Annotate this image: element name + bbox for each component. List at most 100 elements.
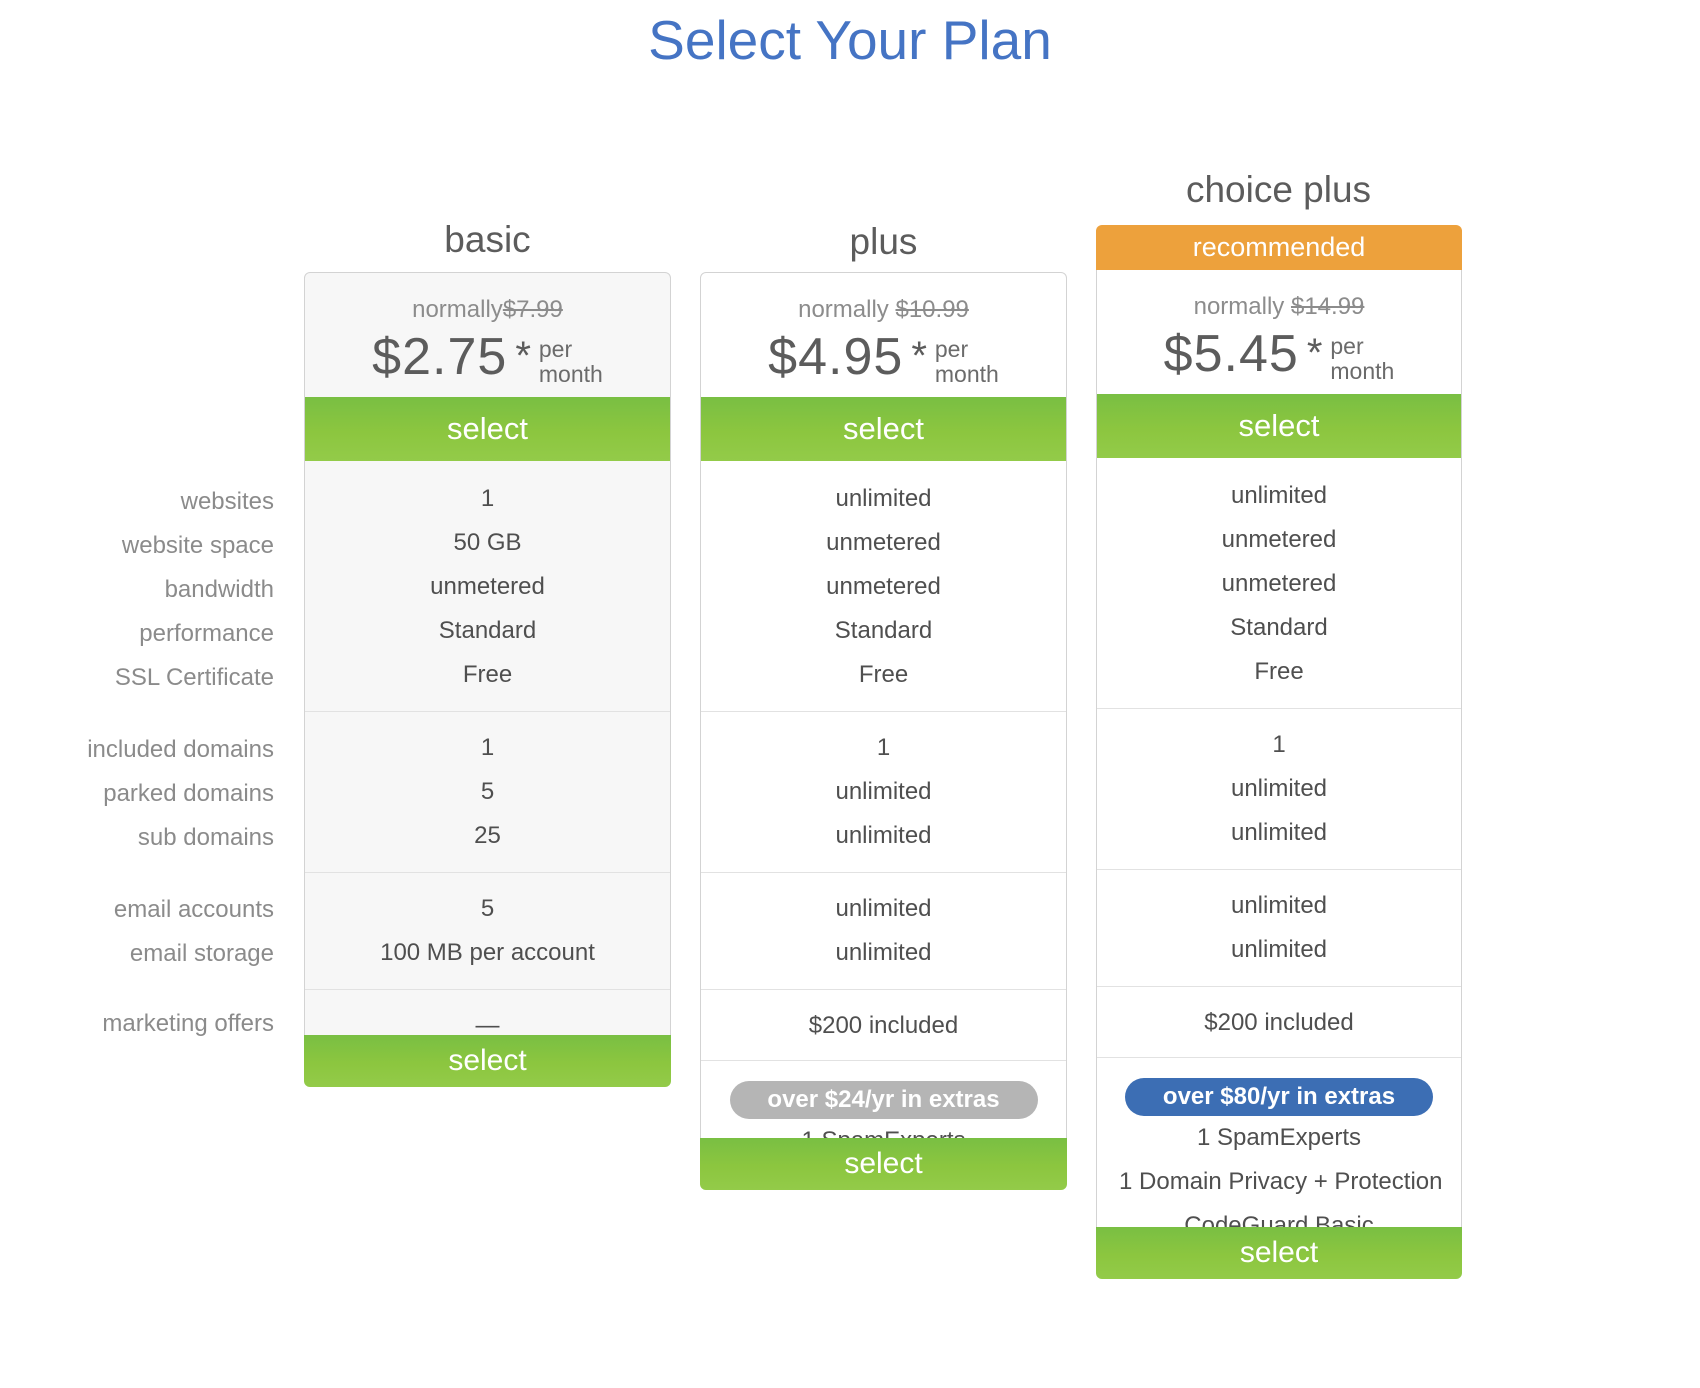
plan-title-basic: basic [444, 219, 531, 260]
feature-value-marketing-offers-plus: $200 included [808, 1012, 959, 1039]
feature-value-included-domains-plus: 1 [876, 734, 891, 761]
price-row-choice-plus: $5.45 * per month [1097, 324, 1461, 384]
feature-value-email-storage-basic: 100 MB per account [380, 939, 595, 966]
price-amount-plus: $4.95 [768, 328, 904, 386]
price-amount-choice-plus: $5.45 [1163, 325, 1299, 383]
price-period-plus: per month [935, 337, 999, 387]
feature-label-bandwidth: bandwidth [164, 576, 274, 603]
extras-badge-choice-plus: over $80/yr in extras [1125, 1078, 1433, 1116]
extra-item-choice-plus-0: 1 SpamExperts [1196, 1124, 1362, 1151]
feature-label-group-email: email accounts email storage [0, 888, 274, 976]
feature-label-email-storage: email storage [129, 940, 274, 967]
normally-line-plus: normally $10.99 [701, 295, 1066, 325]
price-period-choice-plus: per month [1330, 334, 1394, 384]
pricing-page: Select Your Plan websites website space … [0, 0, 1700, 1388]
feature-group-email-plus: unlimited unlimited [701, 872, 1066, 989]
price-asterisk-plus: * [911, 334, 927, 378]
feature-value-ssl-plus: Free [858, 661, 909, 688]
feature-value-included-domains-basic: 1 [480, 734, 495, 761]
price-per-word-choice-plus: per [1330, 333, 1364, 359]
feature-label-websites: websites [180, 488, 274, 515]
feature-label-performance: performance [139, 620, 274, 647]
feature-value-sub-domains-basic: 25 [474, 822, 501, 849]
price-month-word-choice-plus: month [1330, 358, 1395, 384]
features-choice-plus: unlimited unmetered unmetered Standard F… [1097, 458, 1461, 1262]
feature-value-bandwidth-plus: unmetered [826, 573, 941, 600]
normally-line-choice-plus: normally $14.99 [1097, 292, 1461, 322]
feature-value-website-space-plus: unmetered [826, 529, 941, 556]
select-button-top-plus[interactable]: select [701, 397, 1066, 461]
normally-label-choice-plus: normally [1193, 293, 1285, 320]
feature-value-websites-choice-plus: unlimited [1230, 482, 1328, 509]
price-block-plus: normally $10.99 $4.95 * per month [701, 273, 1066, 397]
feature-group-core-plus: unlimited unmetered unmetered Standard F… [701, 461, 1066, 711]
feature-label-website-space: website space [121, 532, 274, 559]
recommended-badge-choice-plus: recommended [1096, 225, 1462, 270]
feature-group-marketing-plus: $200 included [701, 989, 1066, 1060]
feature-label-sub-domains: sub domains [137, 824, 274, 851]
feature-value-bandwidth-basic: unmetered [430, 573, 545, 600]
feature-group-domains-plus: 1 unlimited unlimited [701, 711, 1066, 872]
feature-label-column: websites website space bandwidth perform… [0, 272, 288, 1046]
feature-value-performance-basic: Standard [438, 617, 537, 644]
feature-value-parked-domains-plus: unlimited [835, 778, 932, 805]
feature-group-domains-basic: 1 5 25 [305, 711, 670, 872]
page-title: Select Your Plan [648, 9, 1052, 71]
feature-value-email-accounts-plus: unlimited [835, 895, 932, 922]
price-amount-basic: $2.75 [372, 328, 508, 386]
feature-value-parked-domains-basic: 5 [480, 778, 495, 805]
select-button-top-basic[interactable]: select [305, 397, 670, 461]
feature-value-email-accounts-choice-plus: unlimited [1230, 892, 1328, 919]
feature-value-ssl-choice-plus: Free [1254, 658, 1304, 685]
feature-group-marketing-choice-plus: $200 included [1097, 986, 1461, 1057]
price-per-word-plus: per [934, 336, 969, 362]
select-button-top-choice-plus[interactable]: select [1097, 394, 1461, 458]
feature-value-marketing-offers-choice-plus: $200 included [1204, 1009, 1354, 1036]
feature-label-group-domains: included domains parked domains sub doma… [0, 728, 274, 860]
feature-value-sub-domains-choice-plus: unlimited [1230, 819, 1328, 846]
feature-value-performance-plus: Standard [834, 617, 933, 644]
feature-label-marketing-offers: marketing offers [102, 1010, 274, 1037]
price-period-basic: per month [539, 337, 603, 387]
price-row-plus: $4.95 * per month [701, 327, 1066, 387]
feature-group-core-basic: 1 50 GB unmetered Standard Free [305, 461, 670, 711]
price-month-word-plus: month [934, 361, 999, 387]
plan-card-choice-plus: normally $14.99 $5.45 * per month select… [1096, 270, 1462, 1239]
feature-label-included-domains: included domains [87, 736, 274, 763]
price-block-basic: normally$7.99 $2.75 * per month [305, 273, 670, 397]
feature-value-website-space-basic: 50 GB [453, 529, 522, 556]
normally-label-basic: normally [412, 296, 503, 323]
feature-label-group-marketing: marketing offers [0, 1002, 274, 1046]
normally-line-basic: normally$7.99 [305, 295, 670, 325]
price-asterisk-basic: * [515, 334, 531, 378]
plan-card-plus: normally $10.99 $4.95 * per month select… [700, 272, 1067, 1182]
feature-label-group-core: websites website space bandwidth perform… [0, 480, 274, 700]
extras-badge-plus: over $24/yr in extras [729, 1081, 1038, 1119]
features-basic: 1 50 GB unmetered Standard Free 1 5 25 5… [305, 461, 670, 1060]
plan-card-basic: normally$7.99 $2.75 * per month select 1… [304, 272, 671, 1079]
plan-title-plus: plus [849, 221, 918, 262]
feature-value-email-storage-choice-plus: unlimited [1230, 936, 1328, 963]
normally-price-basic: $7.99 [502, 296, 563, 323]
price-per-word-basic: per [538, 336, 573, 362]
feature-value-email-accounts-basic: 5 [480, 895, 495, 922]
feature-value-parked-domains-choice-plus: unlimited [1230, 775, 1328, 802]
select-button-bottom-plus[interactable]: select [700, 1138, 1067, 1190]
feature-value-websites-basic: 1 [480, 485, 495, 512]
feature-value-sub-domains-plus: unlimited [835, 822, 932, 849]
normally-label-plus: normally [798, 296, 889, 323]
feature-value-ssl-basic: Free [462, 661, 513, 688]
feature-value-included-domains-choice-plus: 1 [1272, 731, 1286, 758]
features-plus: unlimited unmetered unmetered Standard F… [701, 461, 1066, 1177]
price-month-word-basic: month [538, 361, 603, 387]
feature-value-website-space-choice-plus: unmetered [1221, 526, 1337, 553]
select-button-bottom-choice-plus[interactable]: select [1096, 1227, 1462, 1279]
feature-value-email-storage-plus: unlimited [835, 939, 932, 966]
feature-value-bandwidth-choice-plus: unmetered [1221, 570, 1337, 597]
extra-item-choice-plus-1: 1 Domain Privacy + Protection [1119, 1168, 1443, 1195]
feature-label-parked-domains: parked domains [103, 780, 274, 807]
feature-group-email-choice-plus: unlimited unlimited [1097, 869, 1461, 986]
select-button-bottom-basic[interactable]: select [304, 1035, 671, 1087]
feature-group-email-basic: 5 100 MB per account [305, 872, 670, 989]
feature-value-websites-plus: unlimited [835, 485, 932, 512]
